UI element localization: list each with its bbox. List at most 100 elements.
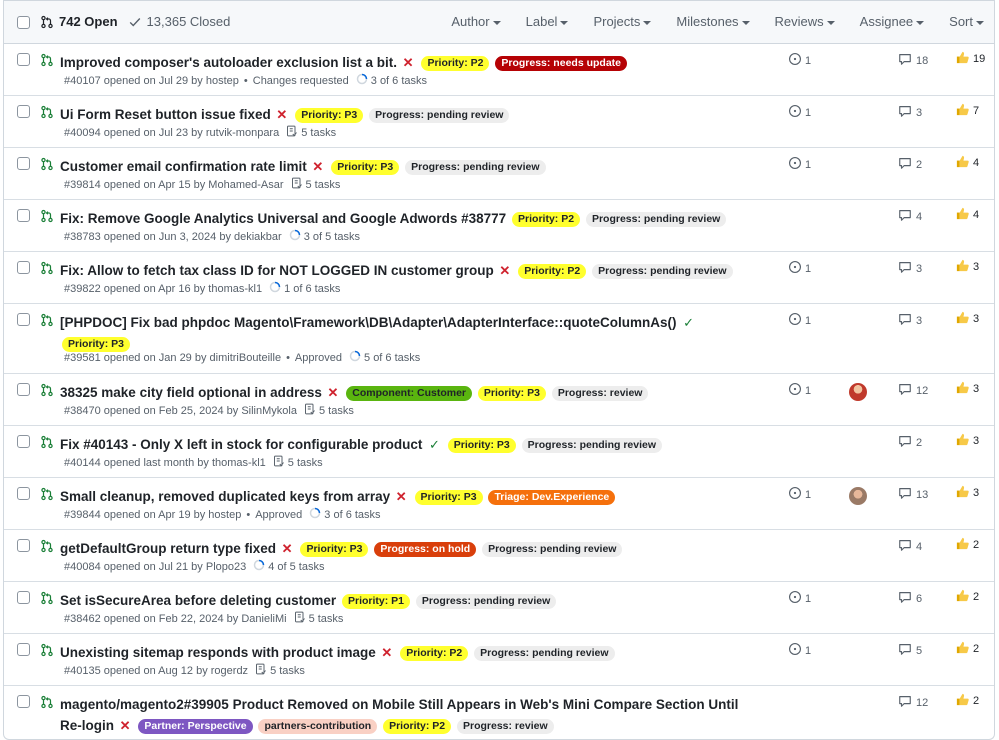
row-checkbox[interactable] [17,487,30,500]
pull-request-row[interactable]: Ui Form Reset button issue fixed ✕ Prior… [4,96,994,148]
pull-request-row[interactable]: Improved composer's autoloader exclusion… [4,44,994,96]
reactions[interactable]: 2 [955,640,979,658]
pull-request-row[interactable]: Small cleanup, removed duplicated keys f… [4,478,994,530]
reactions[interactable]: 2 [955,692,979,710]
pull-request-row[interactable]: Customer email confirmation rate limit ✕… [4,148,994,200]
review-status[interactable]: Approved [295,352,342,364]
row-checkbox[interactable] [17,435,30,448]
comments[interactable]: 4 [898,208,922,225]
pull-request-row[interactable]: getDefaultGroup return type fixed ✕ Prio… [4,530,994,582]
reactions[interactable]: 3 [955,310,979,328]
closed-filter[interactable]: 13,365 Closed [128,14,230,29]
pr-label[interactable]: Progress: review [551,386,649,401]
reactions[interactable]: 3 [955,432,979,450]
comments[interactable]: 12 [898,382,928,399]
pr-label[interactable]: Progress: pending review [592,264,733,279]
pull-request-row[interactable]: [PHPDOC] Fix bad phpdoc Magento\Framewor… [4,304,994,374]
pr-label[interactable]: Priority: P2 [383,719,452,734]
row-checkbox[interactable] [17,591,30,604]
checks-failed-icon[interactable]: ✕ [496,263,510,278]
pr-label[interactable]: Priority: P3 [331,160,400,175]
assignee-filter[interactable]: Assignee [860,14,925,29]
reactions[interactable]: 2 [955,536,979,554]
linked-issues[interactable]: 1 [788,382,811,399]
milestones-filter[interactable]: Milestones [676,14,750,29]
linked-issues[interactable]: 1 [788,590,811,607]
comments[interactable]: 3 [898,260,922,277]
pr-label[interactable]: Priority: P2 [400,646,469,661]
pr-title-link[interactable]: 38325 make city field optional in addres… [60,385,322,400]
label-filter[interactable]: Label [526,14,569,29]
linked-issues[interactable]: 1 [788,156,811,173]
pr-label[interactable]: Progress: pending review [474,646,615,661]
comments[interactable]: 6 [898,590,922,607]
assignee-avatar[interactable] [849,383,867,401]
reactions[interactable]: 7 [955,102,979,120]
comments[interactable]: 13 [898,486,928,503]
checks-passed-icon[interactable]: ✓ [425,437,440,452]
checks-failed-icon[interactable]: ✕ [309,159,323,174]
pr-title-link[interactable]: Unexisting sitemap responds with product… [60,645,376,660]
pr-label[interactable]: Progress: on hold [374,542,477,557]
checks-failed-icon[interactable]: ✕ [392,489,407,504]
pr-label[interactable]: Priority: P3 [447,438,516,453]
row-checkbox[interactable] [17,695,30,708]
row-checkbox[interactable] [17,105,30,118]
row-checkbox[interactable] [17,313,30,326]
pr-title-link[interactable]: getDefaultGroup return type fixed [60,541,276,556]
pr-label[interactable]: Priority: P3 [295,108,364,123]
linked-issues[interactable]: 1 [788,642,811,659]
sort-filter[interactable]: Sort [949,14,984,29]
pr-title-link[interactable]: Improved composer's autoloader exclusion… [60,55,397,70]
pr-label[interactable]: Progress: pending review [585,212,727,227]
pr-label[interactable]: Priority: P3 [414,490,483,505]
author-filter[interactable]: Author [451,14,501,29]
comments[interactable]: 5 [898,642,922,659]
projects-filter[interactable]: Projects [593,14,652,29]
review-status[interactable]: Changes requested [253,75,349,87]
row-checkbox[interactable] [17,643,30,656]
pull-request-row[interactable]: Unexisting sitemap responds with product… [4,634,994,686]
reactions[interactable]: 2 [955,588,979,606]
review-status[interactable]: Approved [255,509,302,521]
linked-issues[interactable]: 1 [788,260,811,277]
checks-failed-icon[interactable]: ✕ [273,107,287,122]
linked-issues[interactable]: 1 [788,104,811,121]
pull-request-row[interactable]: Fix: Remove Google Analytics Universal a… [4,200,994,252]
reactions[interactable]: 4 [955,154,979,172]
pr-title-link[interactable]: Fix: Remove Google Analytics Universal a… [60,211,506,226]
pr-title-link[interactable]: Customer email confirmation rate limit [60,159,307,174]
row-checkbox[interactable] [17,261,30,274]
reactions[interactable]: 3 [955,258,979,276]
pull-request-row[interactable]: Fix: Allow to fetch tax class ID for NOT… [4,252,994,304]
pr-title-link[interactable]: Ui Form Reset button issue fixed [60,107,271,122]
reactions[interactable]: 3 [955,380,979,398]
row-checkbox[interactable] [17,209,30,222]
row-checkbox[interactable] [17,383,30,396]
pr-label[interactable]: Progress: pending review [482,542,623,557]
comments[interactable]: 4 [898,538,922,555]
pr-title-link[interactable]: Set isSecureArea before deleting custome… [60,593,336,608]
checks-failed-icon[interactable]: ✕ [324,385,338,400]
select-all-checkbox[interactable] [17,16,30,29]
pr-label[interactable]: Component: Customer [346,386,473,401]
pr-label[interactable]: Priority: P1 [342,594,411,609]
linked-issues[interactable]: 1 [788,312,811,329]
reactions[interactable]: 19 [955,50,985,68]
pr-title-link[interactable]: Fix: Allow to fetch tax class ID for NOT… [60,263,494,278]
comments[interactable]: 2 [898,156,922,173]
row-checkbox[interactable] [17,539,30,552]
pr-label[interactable]: Progress: needs update [495,56,627,71]
pr-label[interactable]: Priority: P2 [518,264,587,279]
checks-failed-icon[interactable]: ✕ [116,718,131,733]
pr-label[interactable]: Priority: P3 [477,386,546,401]
checks-failed-icon[interactable]: ✕ [278,541,293,556]
open-filter[interactable]: 742 Open [40,14,118,29]
checks-failed-icon[interactable]: ✕ [378,645,392,660]
linked-issues[interactable]: 1 [788,486,811,503]
pr-title-link[interactable]: Small cleanup, removed duplicated keys f… [60,489,390,504]
pr-title-link[interactable]: [PHPDOC] Fix bad phpdoc Magento\Framewor… [60,315,677,330]
pr-label[interactable]: Progress: review [457,719,554,734]
row-checkbox[interactable] [17,53,30,66]
pr-title-link[interactable]: Fix #40143 - Only X left in stock for co… [60,437,422,452]
